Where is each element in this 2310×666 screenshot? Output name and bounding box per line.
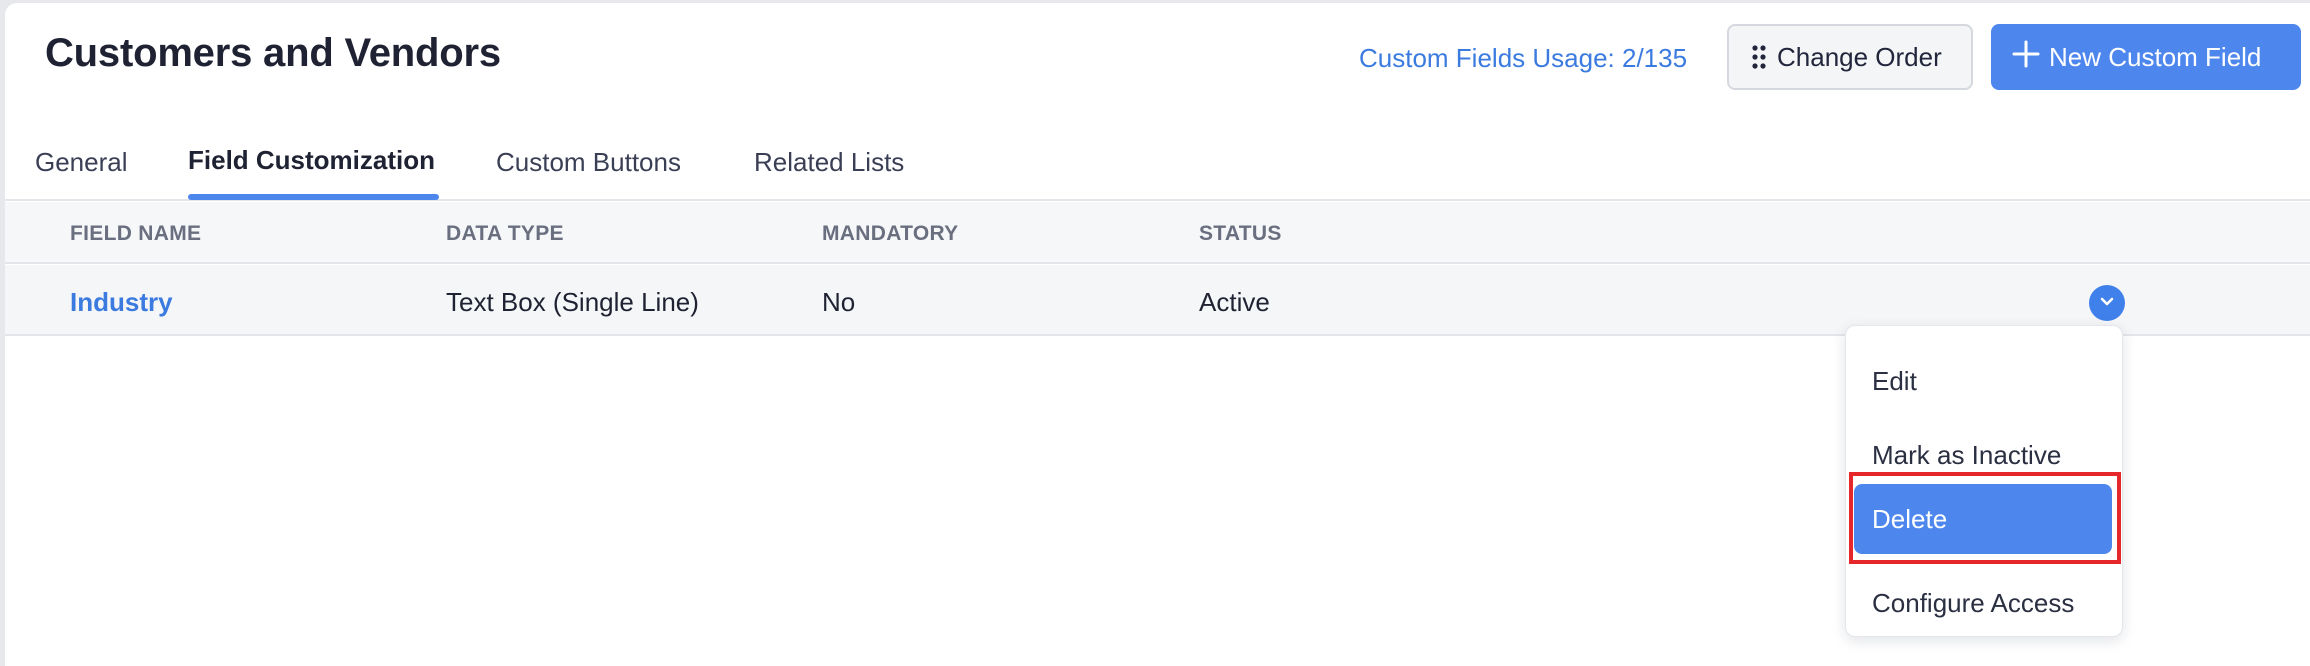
change-order-button[interactable]: Change Order <box>1727 24 1973 90</box>
tab-field-customization[interactable]: Field Customization <box>188 145 435 176</box>
tab-custom-buttons[interactable]: Custom Buttons <box>496 147 681 178</box>
page-title: Customers and Vendors <box>45 31 501 75</box>
status-cell: Active <box>1199 287 1270 317</box>
active-tab-indicator <box>188 194 439 200</box>
menu-item-mark-inactive[interactable]: Mark as Inactive <box>1854 420 2112 490</box>
column-header-status: STATUS <box>1199 222 1282 245</box>
row-actions-menu: Edit Mark as Inactive Delete Configure A… <box>1845 325 2123 637</box>
custom-fields-usage[interactable]: Custom Fields Usage: 2/135 <box>1359 43 1687 74</box>
new-custom-field-button[interactable]: New Custom Field <box>1991 24 2301 90</box>
settings-page: Customers and Vendors Custom Fields Usag… <box>5 3 2310 666</box>
table-header: FIELD NAME DATA TYPE MANDATORY STATUS <box>5 202 2310 264</box>
column-header-data-type: DATA TYPE <box>446 222 564 245</box>
data-type-cell: Text Box (Single Line) <box>446 287 699 317</box>
tab-related-lists[interactable]: Related Lists <box>754 147 904 178</box>
new-custom-field-label: New Custom Field <box>2049 41 2262 72</box>
menu-item-delete[interactable]: Delete <box>1854 484 2112 554</box>
menu-item-configure-access[interactable]: Configure Access <box>1854 568 2112 638</box>
settings-tabs: General Field Customization Custom Butto… <box>5 133 2310 201</box>
field-name-link[interactable]: Industry <box>70 287 173 318</box>
plus-icon <box>2011 39 2041 76</box>
menu-item-edit[interactable]: Edit <box>1854 346 2112 416</box>
column-header-field-name: FIELD NAME <box>70 222 202 245</box>
row-actions-button[interactable] <box>2089 285 2125 321</box>
tab-general[interactable]: General <box>35 147 128 178</box>
column-header-mandatory: MANDATORY <box>822 222 959 245</box>
mandatory-cell: No <box>822 287 856 317</box>
drag-grid-icon <box>1751 44 1767 70</box>
change-order-label: Change Order <box>1777 41 1942 72</box>
chevron-down-icon <box>2098 292 2116 315</box>
